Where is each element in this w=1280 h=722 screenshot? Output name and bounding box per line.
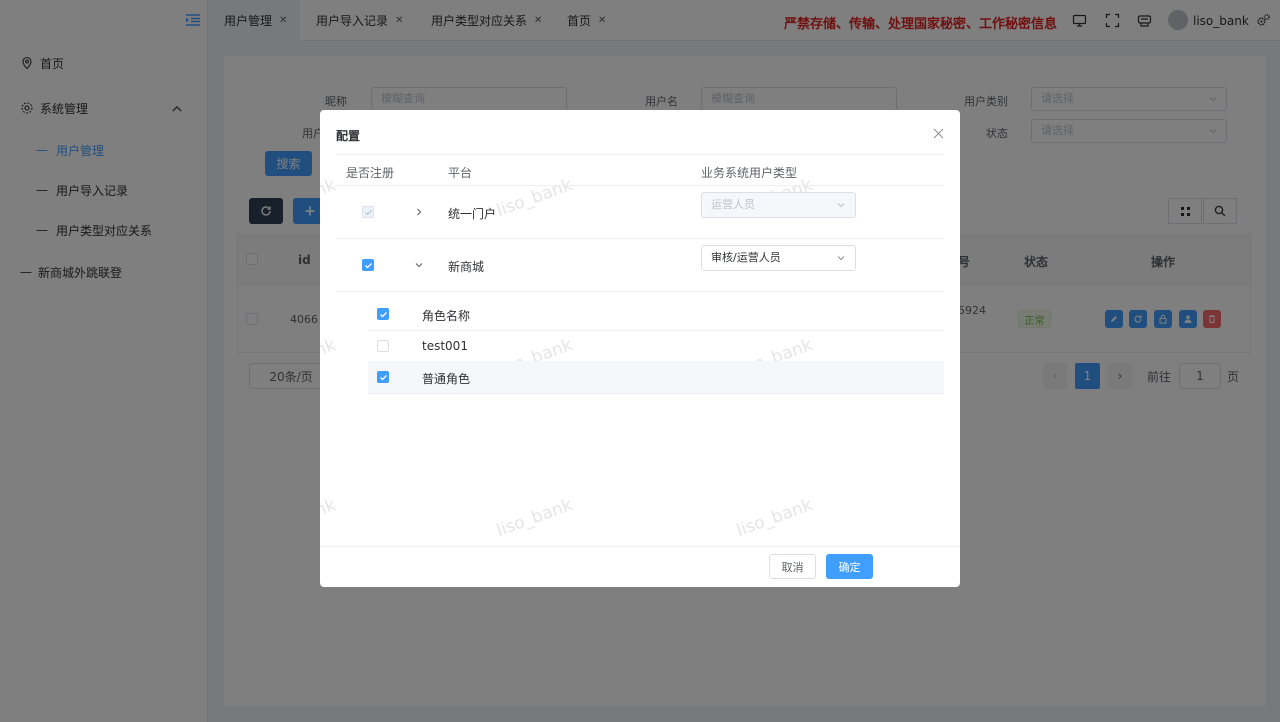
dialog-title: 配置 <box>336 129 361 143</box>
role-select-all-checkbox[interactable] <box>377 308 389 320</box>
check-icon <box>364 262 372 268</box>
divider <box>368 393 944 394</box>
registered-checkbox[interactable] <box>362 259 374 271</box>
role-checkbox[interactable] <box>377 371 389 383</box>
role-name: 普通角色 <box>422 372 471 386</box>
chevron-down-icon <box>837 203 845 208</box>
header-registered: 是否注册 <box>346 166 395 180</box>
check-icon <box>379 311 387 317</box>
chevron-down-icon <box>837 256 845 261</box>
divider <box>336 238 944 239</box>
platform-name: 统一门户 <box>448 207 497 221</box>
cancel-button[interactable]: 取消 <box>769 554 816 579</box>
watermark: nk <box>320 495 339 521</box>
watermark: nk <box>320 335 339 361</box>
check-icon <box>364 209 372 215</box>
divider <box>336 185 944 186</box>
role-header: 角色名称 <box>422 309 471 323</box>
role-checkbox[interactable] <box>377 340 389 352</box>
role-name: test001 <box>422 339 468 353</box>
user-type-select[interactable]: 审核/运营人员 <box>701 245 856 271</box>
chevron-right-icon[interactable] <box>414 207 424 217</box>
chevron-down-icon[interactable] <box>414 260 424 270</box>
user-type-select: 运营人员 <box>701 192 856 218</box>
select-value: 运营人员 <box>711 198 755 211</box>
close-icon[interactable] <box>933 128 944 139</box>
check-icon <box>379 374 387 380</box>
config-dialog: liso_bank liso_bank nk liso_bank liso_ba… <box>320 110 960 587</box>
registered-checkbox[interactable] <box>362 206 374 218</box>
watermark: liso_bank <box>733 495 816 541</box>
divider <box>336 154 944 155</box>
confirm-button[interactable]: 确定 <box>826 554 873 579</box>
platform-name: 新商城 <box>448 260 485 274</box>
watermark: liso_bank <box>493 175 576 221</box>
watermark: liso_bank <box>493 495 576 541</box>
divider <box>368 330 944 331</box>
watermark: nk <box>320 175 339 201</box>
header-platform: 平台 <box>448 166 473 180</box>
select-value: 审核/运营人员 <box>711 251 781 264</box>
divider <box>336 291 944 292</box>
header-user-type: 业务系统用户类型 <box>701 166 798 180</box>
